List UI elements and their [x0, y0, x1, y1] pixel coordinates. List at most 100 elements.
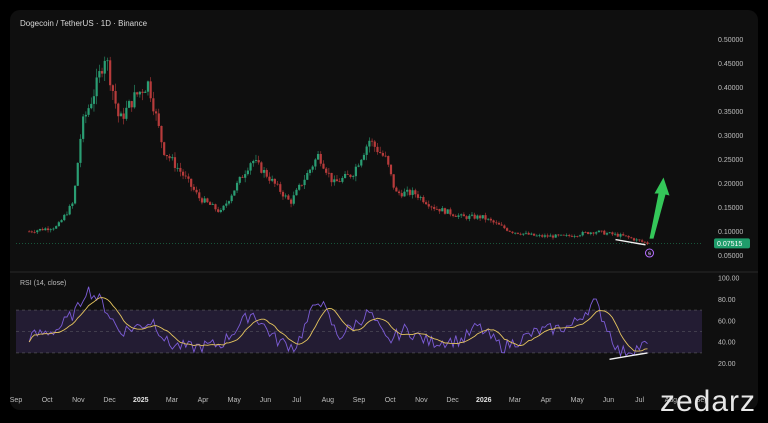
candle-body [508, 230, 511, 232]
candle-body [36, 230, 39, 233]
chart-canvas: 0.50000 0.45000 0.40000 0.35000 0.30000 0.250… [10, 37, 758, 404]
candle-body [176, 167, 179, 169]
candle-body [397, 191, 401, 194]
candle-body [60, 220, 63, 223]
current-price-label: 0.07515 [717, 241, 742, 248]
candle-body [122, 113, 125, 119]
candle-body [551, 235, 555, 238]
candle-body [354, 166, 357, 177]
price-tick-label: 0.20000 [718, 181, 743, 188]
candle-body [487, 218, 490, 220]
candle-body [403, 191, 406, 197]
candle-body [603, 230, 606, 235]
rsi-title: RSI (14, close) [20, 280, 67, 287]
candle-body [346, 173, 349, 175]
candle-body [530, 233, 533, 235]
price-tick-label: 0.35000 [718, 109, 743, 116]
candle-body [262, 170, 266, 173]
candle-body [246, 170, 249, 175]
x-tick-label: Dec [103, 397, 116, 404]
candle-body [476, 215, 479, 219]
candle-body [306, 172, 309, 180]
price-tick-label: 0.40000 [718, 85, 743, 92]
candle-body [184, 175, 187, 177]
candle-body [330, 172, 333, 183]
price-tick-label: 0.30000 [718, 133, 743, 140]
candle-body [244, 174, 247, 178]
candle-body [38, 228, 42, 231]
x-tick-label: Apr [541, 397, 553, 404]
candle-body [624, 235, 627, 237]
x-tick-label: Sep [353, 397, 366, 404]
x-tick-label: May [228, 397, 242, 404]
price-tick-label: 0.10000 [718, 229, 743, 236]
candle-body [90, 103, 93, 109]
screenshot-frame: 0.50000 0.45000 0.40000 0.35000 0.30000 0.250… [0, 0, 768, 423]
candle-body [46, 228, 50, 231]
candle-body [589, 232, 592, 234]
candle-body [538, 235, 541, 237]
bullish-arrow-icon [649, 177, 670, 239]
candle-body [384, 155, 387, 157]
candle-body [63, 214, 66, 221]
candle-body [416, 194, 420, 198]
candle-body [454, 215, 457, 217]
candle-body [287, 195, 290, 200]
candle-body [276, 183, 279, 185]
candle-body [338, 181, 341, 183]
candle-body [489, 218, 492, 221]
candle-body [279, 184, 282, 192]
x-tick-label: Jun [260, 397, 271, 404]
price-tick-label: 0.15000 [718, 205, 743, 212]
candle-body [568, 235, 571, 236]
candle-body [549, 235, 552, 237]
candle-body [462, 214, 465, 217]
candle-body [49, 229, 52, 231]
candle-body [570, 235, 573, 237]
candle-body [376, 146, 379, 153]
candle-body [106, 60, 109, 62]
candle-body [152, 98, 155, 112]
candle-body [103, 60, 106, 74]
candle-body [252, 160, 255, 164]
candle-body [392, 174, 395, 188]
candle-body [322, 163, 325, 169]
candle-body [619, 234, 622, 237]
candle-body [360, 159, 363, 166]
candle-body [95, 77, 98, 97]
candle-body [586, 232, 590, 234]
x-tick-label: Nov [415, 397, 428, 404]
candle-body [284, 195, 287, 197]
candle-body [632, 238, 636, 241]
candle-body [532, 233, 536, 236]
candle-body [300, 184, 303, 186]
candle-body [55, 226, 58, 229]
candle-body [138, 91, 141, 95]
candle-body [578, 235, 582, 237]
candle-body [28, 231, 31, 233]
candle-body [640, 240, 644, 242]
candle-body [76, 162, 79, 186]
candle-body [387, 156, 390, 165]
x-tick-label: 2025 [133, 397, 149, 404]
candle-body [581, 232, 584, 236]
candle-body [424, 202, 428, 205]
candle-body [257, 160, 260, 163]
candle-body [457, 215, 460, 217]
candle-body [349, 174, 352, 177]
candle-body [460, 214, 463, 216]
candle-body [465, 216, 468, 219]
candle-body [365, 146, 368, 155]
candle-body [30, 231, 33, 233]
candle-body [341, 177, 344, 182]
candle-body [435, 208, 438, 210]
candle-body [343, 173, 347, 178]
price-tick-label: 0.25000 [718, 157, 743, 164]
candle-body [133, 92, 136, 108]
candle-body [73, 185, 77, 204]
candle-body [492, 220, 495, 223]
candle-body [198, 192, 201, 199]
candle-body [109, 60, 112, 86]
candle-body [414, 190, 417, 195]
candle-body [430, 206, 433, 208]
